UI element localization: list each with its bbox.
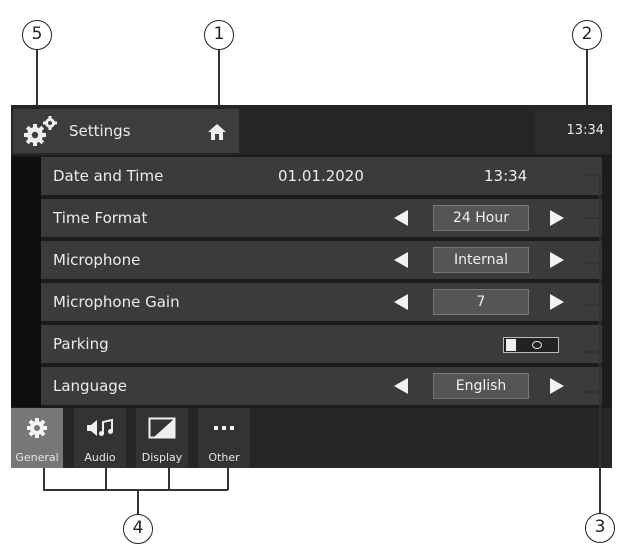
gear-icon (24, 116, 57, 146)
prev-arrow-icon[interactable] (394, 294, 408, 310)
tab-label: General (15, 451, 59, 464)
prev-arrow-icon[interactable] (394, 210, 408, 226)
tab-label: Display (141, 451, 183, 464)
toggle-off-icon (532, 341, 542, 349)
next-arrow-icon[interactable] (550, 210, 564, 226)
microphone-gain-value: 7 (433, 289, 529, 315)
date-value[interactable]: 01.01.2020 (278, 157, 364, 195)
prev-arrow-icon[interactable] (394, 378, 408, 394)
callout-3-tick (583, 304, 600, 306)
tab-audio[interactable]: Audio (74, 408, 126, 468)
callout-3-tick (583, 351, 600, 353)
row-label: Language (53, 377, 128, 395)
callout-3-tick (583, 391, 600, 393)
row-microphone[interactable]: Microphone Internal (41, 241, 602, 279)
callout-4-tick (43, 468, 45, 490)
toggle-knob (506, 339, 516, 351)
callout-4-bracket (43, 489, 228, 491)
time-format-value: 24 Hour (433, 205, 529, 231)
callout-4-tick (227, 468, 229, 490)
audio-icon (87, 418, 113, 436)
next-arrow-icon[interactable] (550, 294, 564, 310)
gear-icon (27, 418, 47, 438)
callout-3-tick (583, 262, 600, 264)
row-label: Microphone (53, 251, 141, 269)
callout-3-tick (583, 217, 600, 219)
time-value[interactable]: 13:34 (484, 157, 527, 195)
callout-2-line (586, 50, 588, 112)
tab-other[interactable]: Other (198, 408, 250, 468)
callout-4-tick (105, 468, 107, 490)
callout-4-line (137, 489, 139, 515)
home-icon[interactable] (207, 123, 227, 141)
row-parking[interactable]: Parking (41, 325, 602, 363)
callout-2: 2 (572, 20, 602, 50)
left-sidebar (11, 157, 41, 407)
next-arrow-icon[interactable] (550, 252, 564, 268)
callout-1: 1 (204, 20, 234, 50)
callout-4: 4 (123, 514, 153, 544)
prev-arrow-icon[interactable] (394, 252, 408, 268)
display-icon (148, 417, 176, 439)
callout-4-tick (168, 468, 170, 490)
callout-3-line (599, 392, 601, 515)
tab-general[interactable]: General (11, 408, 63, 468)
callout-3: 3 (585, 513, 615, 543)
row-language[interactable]: Language English (41, 367, 602, 405)
next-arrow-icon[interactable] (550, 378, 564, 394)
row-label: Time Format (53, 209, 148, 227)
language-value: English (433, 373, 529, 399)
clock-time: 13:34 (566, 123, 604, 138)
row-date-and-time[interactable]: Date and Time 01.01.2020 13:34 (41, 157, 602, 195)
callout-3-tick (583, 174, 600, 176)
tab-display[interactable]: Display (136, 408, 188, 468)
row-label: Microphone Gain (53, 293, 180, 311)
microphone-value: Internal (433, 247, 529, 273)
callout-3-bracket (599, 174, 601, 392)
tab-label: Audio (84, 451, 116, 464)
row-label: Parking (53, 335, 109, 353)
callout-5-line (36, 50, 38, 110)
clock-area: 13:34 (535, 109, 610, 153)
page-title: Settings (69, 122, 131, 140)
settings-title-bar[interactable]: Settings (13, 109, 239, 153)
row-time-format[interactable]: Time Format 24 Hour (41, 199, 602, 237)
parking-toggle[interactable] (503, 337, 559, 353)
callout-5: 5 (22, 20, 52, 50)
tab-label: Other (208, 451, 240, 464)
row-label: Date and Time (53, 167, 164, 185)
callout-1-line (218, 50, 220, 105)
more-icon (214, 426, 234, 430)
row-microphone-gain[interactable]: Microphone Gain 7 (41, 283, 602, 321)
